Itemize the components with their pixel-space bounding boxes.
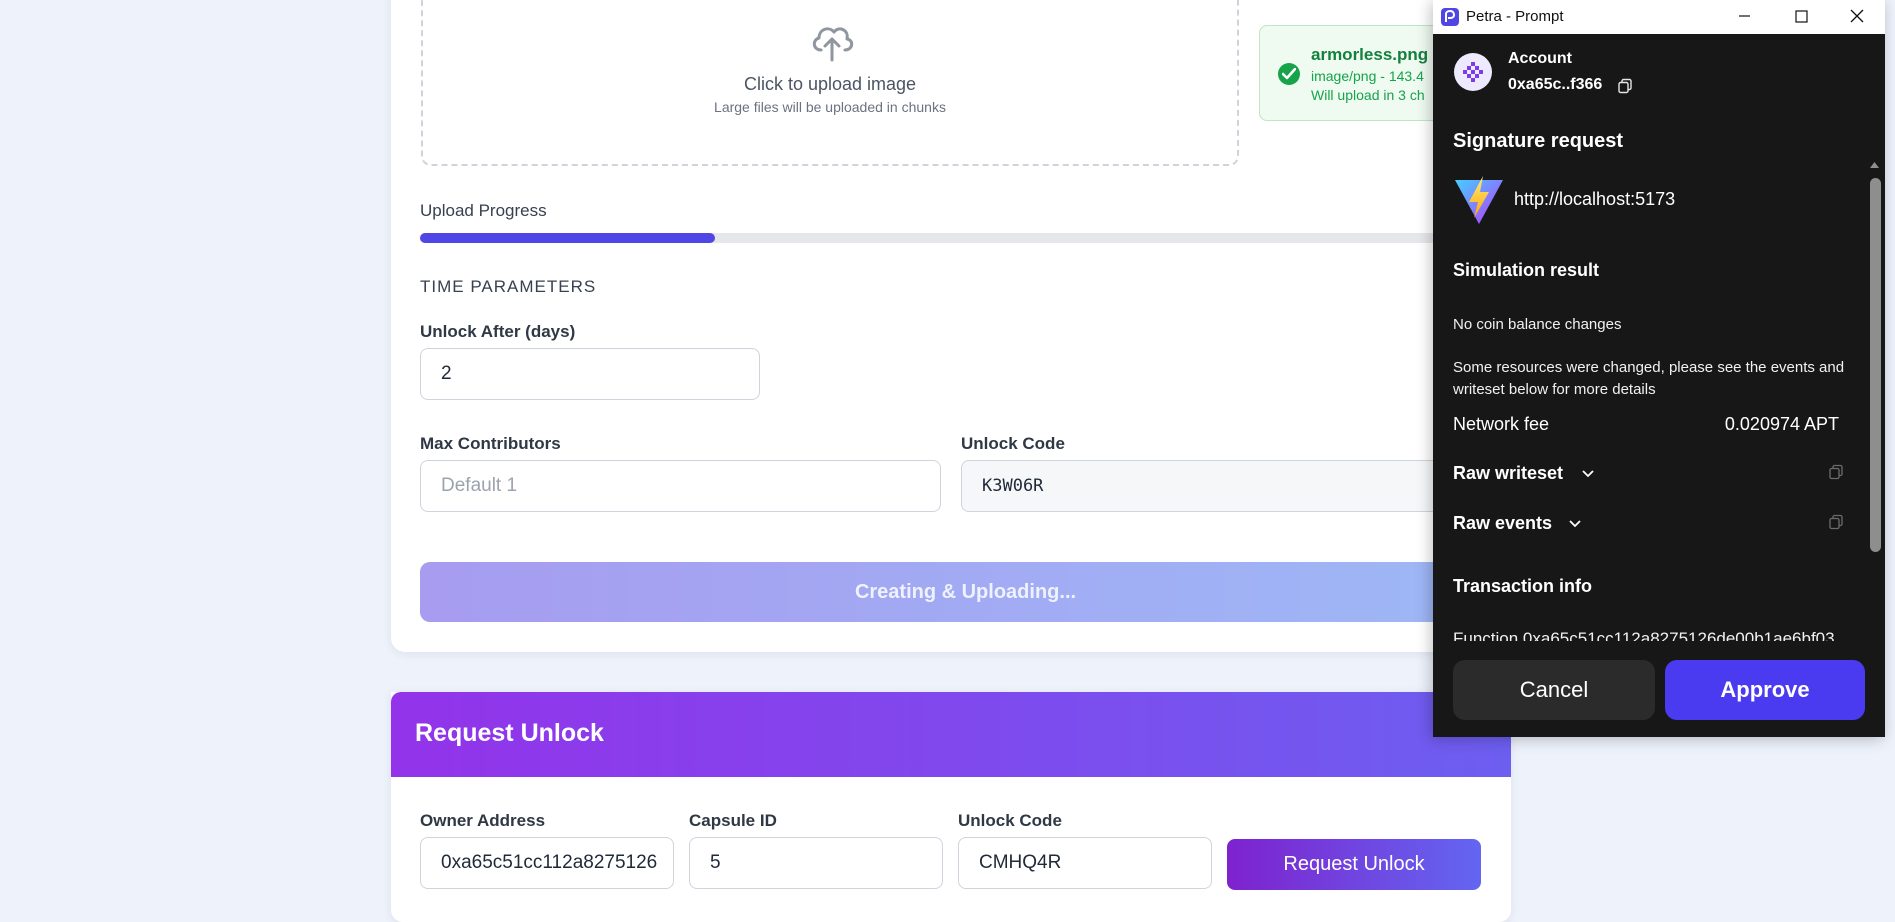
maximize-button[interactable] — [1774, 0, 1829, 34]
close-icon — [1850, 9, 1864, 23]
upload-progress-bar — [420, 233, 1511, 243]
prompt-footer: Cancel Approve — [1433, 641, 1885, 737]
upload-progress-fill — [420, 233, 715, 243]
request-unlock-code-input[interactable]: CMHQ4R — [958, 837, 1212, 889]
image-upload-dropzone[interactable]: Click to upload image Large files will b… — [421, 0, 1239, 166]
simulation-result-title: Simulation result — [1453, 260, 1600, 280]
unlock-code-label: Unlock Code — [961, 434, 1065, 453]
unlock-after-input[interactable]: 2 — [420, 348, 760, 400]
signature-request-title: Signature request — [1453, 130, 1624, 152]
cancel-button[interactable]: Cancel — [1453, 660, 1655, 720]
time-parameters-heading: TIME PARAMETERS — [420, 277, 597, 296]
transaction-info-title: Transaction info — [1453, 576, 1593, 596]
petra-prompt-window: Petra - Prompt Account 0xa65c..f366 Sign… — [1433, 0, 1885, 737]
cloud-upload-icon — [812, 27, 854, 62]
unlock-after-label: Unlock After (days) — [420, 322, 576, 341]
create-upload-button[interactable]: Creating & Uploading... — [420, 562, 1511, 622]
upload-progress-label: Upload Progress — [420, 201, 547, 220]
account-address: 0xa65c..f366 — [1508, 76, 1603, 93]
raw-events-toggle[interactable]: Raw events — [1453, 513, 1552, 534]
prompt-content: Account 0xa65c..f366 Signature request h… — [1433, 34, 1885, 737]
approve-button[interactable]: Approve — [1665, 660, 1865, 720]
copy-events-icon[interactable] — [1828, 514, 1844, 530]
minimize-icon — [1739, 15, 1750, 17]
request-unlock-header: Request Unlock — [391, 692, 1511, 777]
unlock-code-input[interactable]: K3W06R — [961, 460, 1481, 512]
file-name: armorless.png — [1311, 45, 1429, 64]
chevron-down-icon[interactable] — [1567, 515, 1583, 531]
account-avatar — [1454, 53, 1492, 91]
request-unlock-code-label: Unlock Code — [958, 811, 1062, 830]
petra-logo-icon — [1441, 8, 1459, 26]
resources-changed-note: Some resources were changed, please see … — [1453, 359, 1845, 398]
check-circle-icon — [1278, 63, 1300, 85]
dropzone-subtitle: Large files will be uploaded in chunks — [714, 99, 946, 115]
copy-writeset-icon[interactable] — [1828, 464, 1844, 480]
request-unlock-button[interactable]: Request Unlock — [1227, 839, 1481, 890]
close-button[interactable] — [1830, 0, 1885, 34]
copy-address-icon[interactable] — [1617, 78, 1633, 94]
request-unlock-title: Request Unlock — [415, 719, 604, 747]
owner-address-input[interactable]: 0xa65c51cc112a8275126 — [420, 837, 674, 889]
file-meta: image/png - 143.4 — [1311, 68, 1424, 84]
capsule-id-input[interactable]: 5 — [689, 837, 943, 889]
minimize-button[interactable] — [1717, 0, 1772, 34]
scrollbar-thumb[interactable] — [1870, 178, 1881, 552]
no-coin-changes-text: No coin balance changes — [1453, 316, 1622, 333]
account-label: Account — [1508, 50, 1572, 67]
owner-address-label: Owner Address — [420, 811, 546, 830]
chevron-down-icon[interactable] — [1580, 465, 1596, 481]
file-chunks: Will upload in 3 ch — [1311, 87, 1425, 103]
max-contributors-label: Max Contributors — [420, 434, 561, 453]
raw-writeset-toggle[interactable]: Raw writeset — [1453, 463, 1563, 484]
account-identicon-icon — [1463, 62, 1483, 82]
window-titlebar: Petra - Prompt — [1433, 0, 1885, 34]
network-fee-label: Network fee — [1453, 414, 1550, 434]
max-contributors-input[interactable]: Default 1 — [420, 460, 941, 512]
window-title: Petra - Prompt — [1466, 8, 1564, 25]
network-fee-value: 0.020974 APT — [1724, 414, 1839, 434]
maximize-icon — [1795, 10, 1808, 23]
origin-url: http://localhost:5173 — [1514, 189, 1676, 209]
vite-logo-icon — [1455, 176, 1503, 224]
dropzone-title: Click to upload image — [743, 74, 917, 94]
capsule-id-label: Capsule ID — [689, 811, 777, 830]
